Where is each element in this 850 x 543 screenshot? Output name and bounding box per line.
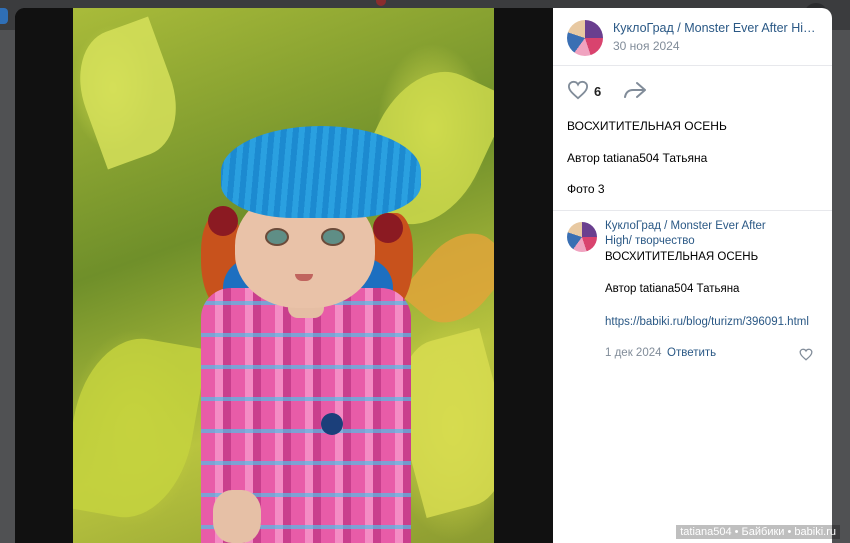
- comment-text-line: ВОСХИТИТЕЛЬНАЯ ОСЕНЬ: [605, 251, 759, 263]
- watermark: tatiana504 • Байбики • babiki.ru: [676, 525, 840, 539]
- hair-bow: [208, 206, 238, 236]
- hair-bow: [373, 213, 403, 243]
- post-date[interactable]: 30 ноя 2024: [613, 39, 680, 53]
- comment-date[interactable]: 1 дек 2024: [605, 347, 662, 359]
- doll-hand: [213, 490, 261, 543]
- vk-logo: [0, 8, 8, 24]
- share-arrow-icon[interactable]: [623, 80, 647, 100]
- comment-avatar[interactable]: [567, 222, 597, 252]
- doll-hat: [221, 126, 421, 218]
- group-name-link[interactable]: КуклоГрад / Monster Ever After High/ тво…: [613, 21, 818, 35]
- leaf-shape: [73, 328, 208, 528]
- post-photo-line: Фото 3: [567, 182, 605, 196]
- photo-area[interactable]: [15, 8, 553, 543]
- doll-eye: [265, 228, 289, 246]
- post-author-line: Автор tatiana504 Татьяна: [567, 151, 708, 165]
- group-avatar[interactable]: [567, 20, 603, 56]
- post-title: ВОСХИТИТЕЛЬНАЯ ОСЕНЬ: [567, 119, 727, 133]
- leaf-shape: [399, 217, 494, 339]
- like-count: 6: [594, 84, 602, 99]
- photo-viewer: КуклоГрад / Monster Ever After High/ тво…: [15, 8, 832, 543]
- doll-photo[interactable]: [73, 8, 494, 543]
- comment-text-line: Автор tatiana504 Татьяна: [605, 283, 740, 295]
- coat-button: [321, 413, 343, 435]
- post-header: КуклоГрад / Monster Ever After High/ тво…: [553, 8, 832, 66]
- doll-eye: [321, 228, 345, 246]
- post-side-panel: КуклоГрад / Monster Ever After High/ тво…: [553, 8, 832, 543]
- leaf-shape: [73, 16, 193, 170]
- reply-button[interactable]: Ответить: [667, 347, 716, 359]
- post-actions: 6: [553, 65, 832, 115]
- comment-link[interactable]: https://babiki.ru/blog/turizm/396091.htm…: [605, 314, 815, 330]
- divider: [553, 210, 832, 211]
- comment-author-link[interactable]: КуклоГрад / Monster Ever After High/ тво…: [605, 219, 795, 249]
- heart-icon[interactable]: [567, 80, 589, 100]
- heart-icon[interactable]: [799, 348, 813, 361]
- doll-mouth: [295, 274, 313, 281]
